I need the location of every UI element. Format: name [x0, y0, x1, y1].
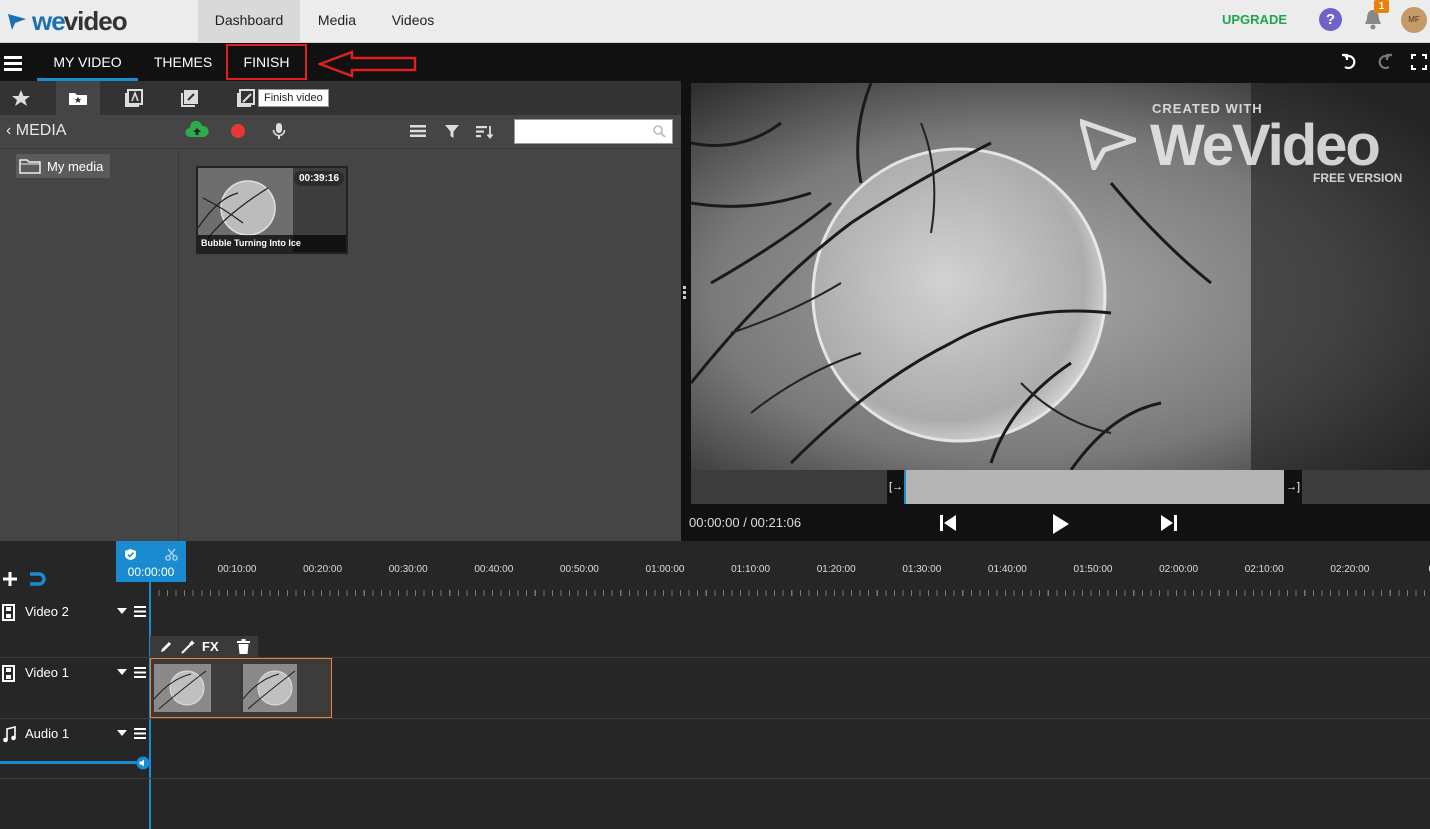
redo-icon[interactable] — [1377, 53, 1393, 71]
menu-icon[interactable] — [4, 55, 22, 71]
ruler-tick-label: 02:20:00 — [1330, 564, 1370, 575]
shield-marker-icon[interactable] — [124, 548, 137, 561]
notification-badge: 1 — [1374, 0, 1389, 13]
media-duration-badge: 00:39:16 — [294, 171, 345, 186]
media-search-input[interactable] — [514, 119, 673, 144]
video-clip[interactable] — [150, 658, 332, 718]
magic-wand-icon[interactable] — [181, 640, 195, 654]
list-view-icon[interactable] — [410, 124, 426, 138]
ruler-tick-label: 00:20:00 — [303, 564, 343, 575]
folder-my-media[interactable]: My media — [16, 154, 110, 178]
tab-my-video[interactable]: MY VIDEO — [37, 43, 138, 81]
trash-icon[interactable] — [237, 639, 250, 654]
avatar[interactable]: MF — [1401, 7, 1427, 33]
preview-time: 00:00:00 / 00:21:06 — [689, 515, 802, 530]
track-divider — [0, 778, 1430, 779]
fx-button[interactable]: FX — [202, 639, 219, 654]
magnet-snap-icon[interactable] — [28, 570, 48, 588]
track-dropdown-icon[interactable] — [117, 730, 127, 737]
track-dropdown-icon[interactable] — [117, 669, 127, 676]
tab-finish[interactable]: FINISH — [226, 44, 307, 80]
ruler-tick-label: 00:40:00 — [474, 564, 514, 575]
pencil-icon[interactable] — [159, 640, 173, 654]
chevron-left-icon: ‹ — [6, 122, 16, 139]
transitions-icon[interactable] — [181, 89, 199, 107]
scissors-icon[interactable] — [165, 548, 178, 561]
film-icon — [2, 665, 15, 682]
folder-tree — [0, 150, 179, 541]
panel-icon-bar — [0, 81, 681, 115]
ruler-tick-label: 02:10:00 — [1244, 564, 1284, 575]
panel-resize-handle[interactable] — [683, 286, 687, 300]
ruler-tick-label: 00:10:00 — [217, 564, 257, 575]
undo-icon[interactable] — [1341, 53, 1357, 71]
sort-icon[interactable] — [476, 124, 494, 139]
ruler-tick-label: 01:10:00 — [731, 564, 771, 575]
logo-icon — [8, 14, 26, 30]
film-icon — [2, 604, 15, 621]
track-label-video-1: Video 1 — [25, 665, 69, 680]
ruler-tick-label: 02:00:00 — [1159, 564, 1199, 575]
scrubber-selection[interactable] — [905, 470, 1284, 504]
wevideo-logo[interactable]: we video — [6, 5, 128, 36]
upload-cloud-icon[interactable] — [185, 121, 209, 139]
clip-filmstrip-image — [151, 659, 331, 717]
music-note-icon — [3, 726, 16, 743]
ruler-tick-label: 01:00:00 — [645, 564, 685, 575]
track-menu-icon[interactable] — [134, 728, 146, 739]
nav-dashboard[interactable]: Dashboard — [198, 0, 300, 43]
scrubber-outside-left — [691, 470, 887, 504]
upgrade-link[interactable]: UPGRADE — [1222, 12, 1287, 27]
ruler-minor-ticks — [150, 590, 1430, 596]
audio-volume-slider[interactable] — [0, 761, 143, 764]
watermark-free-version: FREE VERSION — [1313, 171, 1403, 185]
ruler-tick-label: 00:30:00 — [388, 564, 428, 575]
ruler-tick-label: 00:50:00 — [559, 564, 599, 575]
scrubber-position[interactable] — [904, 470, 906, 504]
track-label-video-2: Video 2 — [25, 604, 69, 619]
watermark-logo-icon — [1080, 118, 1136, 170]
help-icon[interactable]: ? — [1319, 8, 1342, 31]
track-dropdown-icon[interactable] — [117, 608, 127, 615]
media-back-title[interactable]: ‹ MEDIA — [6, 122, 66, 140]
red-arrow-annotation — [318, 50, 417, 78]
folder-label: My media — [47, 158, 104, 174]
tab-themes[interactable]: THEMES — [142, 43, 224, 81]
media-item-title: Bubble Turning Into Ice — [198, 235, 346, 252]
watermark-brand: WeVideo — [1150, 113, 1381, 178]
ruler-tick-label: 01:50:00 — [1073, 564, 1113, 575]
trim-in-handle[interactable]: [→ — [887, 470, 905, 504]
logo-text-video: video — [63, 5, 128, 36]
skip-forward-icon[interactable] — [1159, 513, 1179, 533]
microphone-icon[interactable] — [272, 122, 286, 140]
folder-icon — [19, 159, 41, 174]
ruler-tick-label: 01:20:00 — [816, 564, 856, 575]
volume-icon[interactable] — [136, 756, 150, 770]
track-menu-icon[interactable] — [134, 667, 146, 678]
play-icon[interactable] — [1050, 512, 1070, 536]
finish-icon[interactable] — [237, 89, 255, 107]
skip-back-icon[interactable] — [938, 513, 958, 533]
track-menu-icon[interactable] — [134, 606, 146, 617]
nav-videos[interactable]: Videos — [374, 0, 452, 43]
scrubber-outside-right — [1300, 470, 1430, 504]
add-track-icon[interactable] — [2, 571, 18, 587]
record-icon[interactable] — [230, 123, 246, 139]
logo-text-we: we — [32, 5, 66, 36]
nav-media[interactable]: Media — [300, 0, 374, 43]
fullscreen-icon[interactable] — [1411, 53, 1427, 71]
ruler-tick-label: 02: — [1405, 564, 1430, 575]
ruler-tick-label: 01:30:00 — [902, 564, 942, 575]
star-icon[interactable] — [11, 89, 31, 107]
trim-out-handle[interactable]: →] — [1284, 470, 1302, 504]
media-title-text: MEDIA — [15, 122, 67, 139]
tooltip: Finish video — [258, 89, 329, 107]
playhead-time: 00:00:00 — [127, 565, 175, 579]
text-template-icon[interactable] — [125, 89, 143, 107]
track-label-audio-1: Audio 1 — [25, 726, 70, 741]
filter-icon[interactable] — [444, 124, 460, 139]
folder-star-icon — [69, 93, 87, 105]
search-icon — [653, 125, 666, 138]
ruler-tick-label: 01:40:00 — [987, 564, 1027, 575]
